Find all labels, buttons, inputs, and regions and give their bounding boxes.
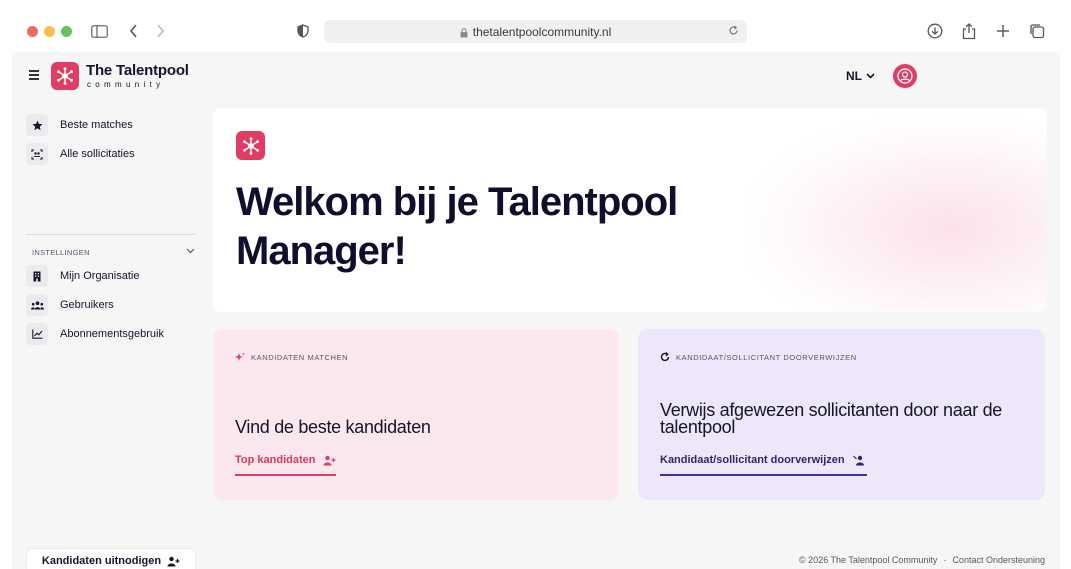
refresh-icon bbox=[660, 352, 670, 362]
back-icon[interactable] bbox=[125, 22, 143, 40]
match-candidates-card: KANDIDATEN MATCHEN Vind de beste kandida… bbox=[213, 329, 619, 500]
sidebar-item-subscription-usage[interactable]: Abonnementsgebruik bbox=[26, 323, 164, 345]
welcome-hero: Welkom bij je Talentpool Manager! bbox=[213, 108, 1047, 312]
zoom-window-button[interactable] bbox=[61, 26, 72, 37]
card-label: KANDIDAAT/SOLLICITANT DOORVERWIJZEN bbox=[660, 352, 857, 362]
url-text: thetalentpoolcommunity.nl bbox=[472, 24, 612, 39]
top-bar: The Talentpool community NL bbox=[12, 52, 1060, 100]
chevron-down-icon bbox=[866, 73, 875, 79]
card-title: Vind de beste kandidaten bbox=[235, 417, 431, 437]
footer-separator: · bbox=[943, 555, 947, 565]
privacy-shield-icon[interactable] bbox=[294, 22, 312, 40]
footer: © 2026 The Talentpool Community · Contac… bbox=[799, 555, 1045, 565]
invite-candidates-button[interactable]: Kandidaten uitnodigen bbox=[27, 549, 195, 569]
card-label: KANDIDATEN MATCHEN bbox=[235, 352, 348, 362]
sidebar-toggle-icon[interactable] bbox=[90, 22, 108, 40]
address-bar[interactable]: thetalentpoolcommunity.nl bbox=[324, 20, 747, 43]
share-icon[interactable] bbox=[960, 22, 978, 40]
browser-chrome: thetalentpoolcommunity.nl bbox=[0, 0, 1071, 52]
sidebar-item-label: Gebruikers bbox=[60, 299, 114, 311]
card-label-text: KANDIDAAT/SOLLICITANT DOORVERWIJZEN bbox=[676, 352, 857, 362]
language-selector[interactable]: NL bbox=[846, 69, 875, 83]
brand-logo-icon[interactable] bbox=[51, 62, 79, 90]
contact-support-link[interactable]: Contact Ondersteuning bbox=[952, 555, 1045, 565]
new-tab-icon[interactable] bbox=[994, 22, 1012, 40]
copyright-text: © 2026 The Talentpool Community bbox=[799, 555, 938, 565]
menu-icon[interactable] bbox=[29, 70, 39, 80]
refer-applicant-link[interactable]: Kandidaat/sollicitant doorverwijzen bbox=[660, 454, 867, 476]
minimize-window-button[interactable] bbox=[44, 26, 55, 37]
add-user-icon bbox=[167, 556, 180, 566]
card-label-text: KANDIDATEN MATCHEN bbox=[251, 352, 349, 362]
sidebar: Beste matches Alle sollicitaties INSTELL… bbox=[12, 100, 208, 569]
downloads-icon[interactable] bbox=[926, 22, 944, 40]
sidebar-item-users[interactable]: Gebruikers bbox=[26, 294, 114, 316]
app-container: The Talentpool community NL Beste matche… bbox=[12, 52, 1060, 569]
window-controls bbox=[27, 26, 72, 37]
user-referral-icon bbox=[852, 455, 864, 465]
card-title: Verwijs afgewezen sollicitanten door naa… bbox=[660, 400, 1003, 437]
settings-section-label: INSTELLINGEN bbox=[32, 248, 90, 257]
user-avatar-icon[interactable] bbox=[893, 64, 917, 88]
brand-subtitle: community bbox=[87, 80, 165, 89]
tab-overview-icon[interactable] bbox=[1028, 22, 1046, 40]
sidebar-item-my-organisation[interactable]: Mijn Organisatie bbox=[26, 265, 139, 287]
invite-button-label: Kandidaten uitnodigen bbox=[41, 555, 162, 567]
sidebar-item-label: Abonnementsgebruik bbox=[60, 328, 164, 340]
chart-line-icon bbox=[26, 323, 48, 345]
brand-title[interactable]: The Talentpool bbox=[86, 62, 189, 79]
building-icon bbox=[26, 265, 48, 287]
refer-applicants-card: KANDIDAAT/SOLLICITANT DOORVERWIJZEN Verw… bbox=[638, 329, 1045, 500]
lock-icon bbox=[460, 27, 468, 38]
language-label: NL bbox=[846, 69, 862, 83]
sidebar-item-label: Alle sollicitaties bbox=[60, 148, 135, 160]
reload-icon[interactable] bbox=[728, 25, 739, 39]
sparkle-icon bbox=[235, 352, 245, 361]
add-user-icon bbox=[323, 455, 336, 465]
close-window-button[interactable] bbox=[27, 26, 38, 37]
users-icon bbox=[26, 294, 48, 316]
sidebar-item-best-matches[interactable]: Beste matches bbox=[26, 114, 133, 136]
sidebar-item-label: Beste matches bbox=[60, 119, 133, 131]
star-icon bbox=[26, 114, 48, 136]
forward-icon[interactable] bbox=[151, 22, 169, 40]
page-title: Welkom bij je Talentpool Manager! bbox=[236, 180, 678, 273]
chevron-down-icon[interactable] bbox=[186, 246, 195, 256]
hero-logo-icon bbox=[236, 131, 265, 160]
card-link-text: Kandidaat/sollicitant doorverwijzen bbox=[660, 454, 845, 466]
sidebar-divider bbox=[26, 234, 196, 235]
card-link-text: Top kandidaten bbox=[235, 454, 316, 466]
people-scan-icon bbox=[26, 143, 48, 165]
hero-decoration bbox=[747, 118, 1047, 312]
sidebar-item-label: Mijn Organisatie bbox=[60, 270, 140, 282]
top-candidates-link[interactable]: Top kandidaten bbox=[235, 454, 337, 476]
sidebar-item-all-applications[interactable]: Alle sollicitaties bbox=[26, 143, 135, 165]
